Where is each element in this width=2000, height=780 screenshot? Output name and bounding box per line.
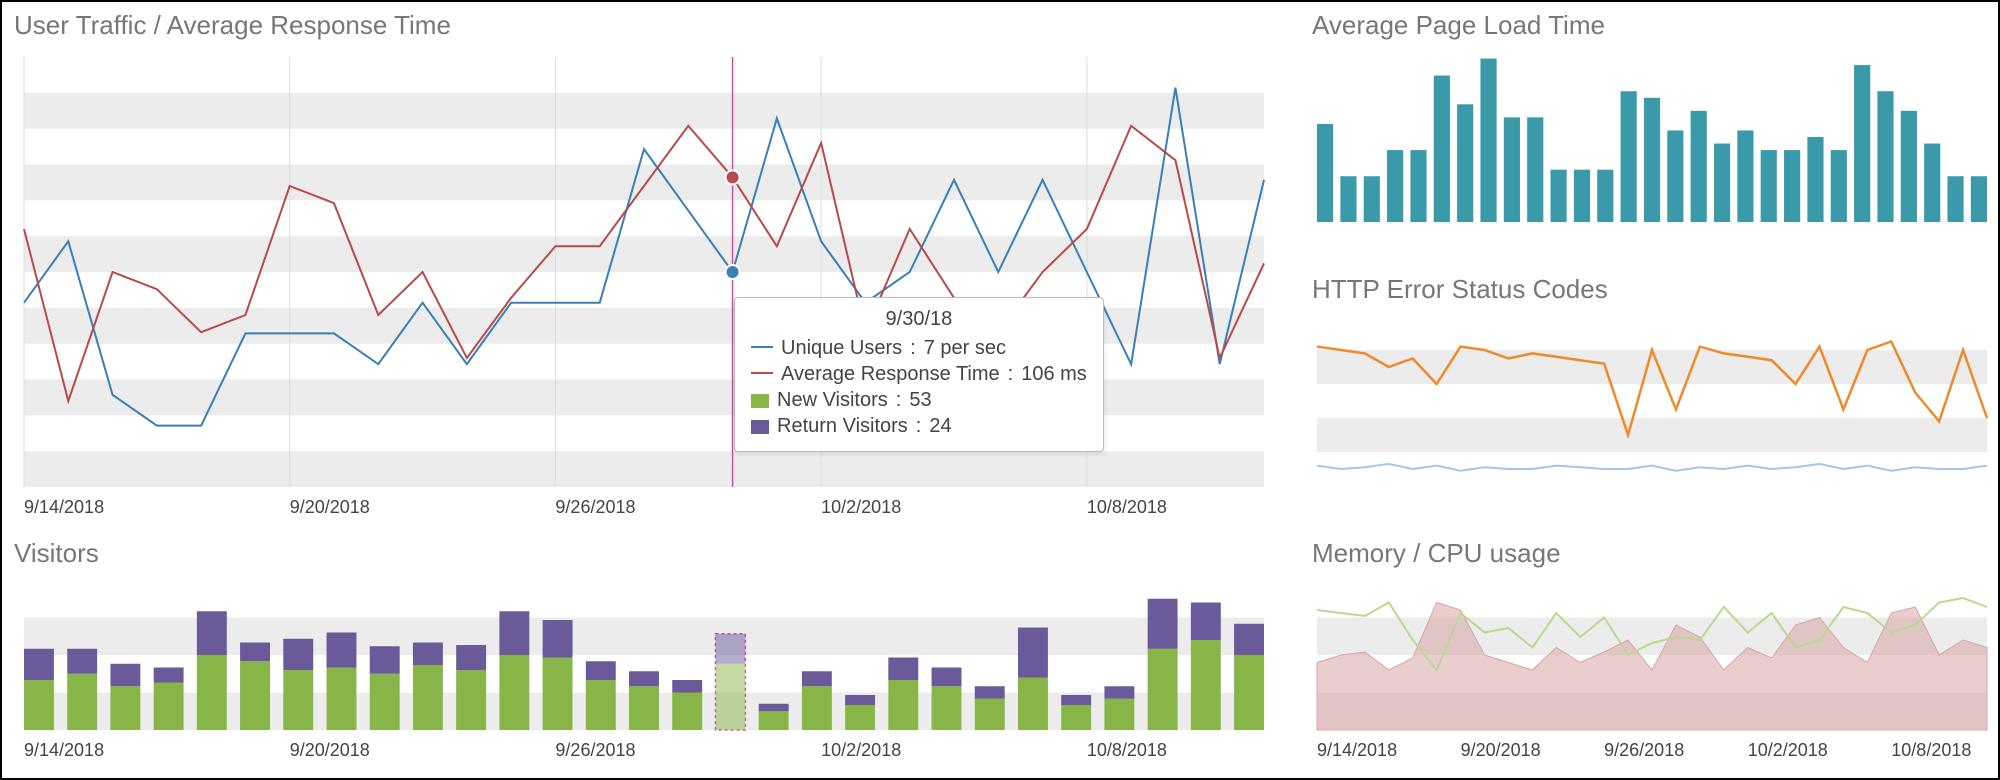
svg-text:10/2/2018: 10/2/2018: [821, 740, 901, 760]
svg-text:9/14/2018: 9/14/2018: [24, 740, 104, 760]
panel-memory-cpu: Memory / CPU usage 9/14/2018 9/20/2018 9/2…: [1312, 538, 1992, 770]
panel-user-traffic: User Traffic / Average Response Time 9/1…: [14, 10, 1294, 528]
svg-text:9/14/2018: 9/14/2018: [1317, 740, 1397, 760]
svg-text:10/2/2018: 10/2/2018: [821, 497, 901, 517]
chart-errors[interactable]: [1312, 311, 1992, 491]
panel-title-pageload: Average Page Load Time: [1312, 10, 1992, 41]
svg-text:9/26/2018: 9/26/2018: [1604, 740, 1684, 760]
chart-visitors[interactable]: 9/14/2018 9/20/2018 9/26/2018 10/2/2018 10/8…: [14, 575, 1294, 765]
panel-title-errors: HTTP Error Status Codes: [1312, 274, 1992, 305]
panel-title-visitors: Visitors: [14, 538, 1294, 569]
svg-text:9/20/2018: 9/20/2018: [290, 740, 370, 760]
tooltip-row-new-visitors: New Visitors : 53: [751, 389, 1087, 412]
svg-text:9/26/2018: 9/26/2018: [555, 740, 635, 760]
svg-text:10/8/2018: 10/8/2018: [1891, 740, 1971, 760]
panel-title-traffic: User Traffic / Average Response Time: [14, 10, 1294, 41]
tooltip-row-return-visitors: Return Visitors : 24: [751, 415, 1087, 438]
panel-visitors: Visitors 9/14/2018 9/20/2018 9/26/2018 10/2…: [14, 538, 1294, 770]
svg-text:9/20/2018: 9/20/2018: [290, 497, 370, 517]
svg-text:10/8/2018: 10/8/2018: [1087, 497, 1167, 517]
svg-text:10/8/2018: 10/8/2018: [1087, 740, 1167, 760]
tooltip-date: 9/30/18: [751, 308, 1087, 331]
chart-traffic[interactable]: 9/14/2018 9/20/2018 9/26/2018 10/2/2018 10/8…: [14, 47, 1294, 517]
panel-page-load: Average Page Load Time: [1312, 10, 1992, 264]
svg-text:9/26/2018: 9/26/2018: [555, 497, 635, 517]
svg-text:10/2/2018: 10/2/2018: [1748, 740, 1828, 760]
panel-title-memcpu: Memory / CPU usage: [1312, 538, 1992, 569]
chart-tooltip: 9/30/18 Unique Users : 7 per sec Average…: [734, 297, 1104, 452]
tooltip-row-avg-resp: Average Response Time : 106 ms: [751, 363, 1087, 386]
tooltip-row-unique-users: Unique Users : 7 per sec: [751, 337, 1087, 360]
chart-memcpu[interactable]: 9/14/2018 9/20/2018 9/26/2018 10/2/2018 10/8…: [1312, 575, 1992, 765]
svg-text:9/14/2018: 9/14/2018: [24, 497, 104, 517]
chart-pageload[interactable]: [1312, 47, 1992, 227]
panel-http-errors: HTTP Error Status Codes: [1312, 274, 1992, 528]
svg-text:9/20/2018: 9/20/2018: [1461, 740, 1541, 760]
